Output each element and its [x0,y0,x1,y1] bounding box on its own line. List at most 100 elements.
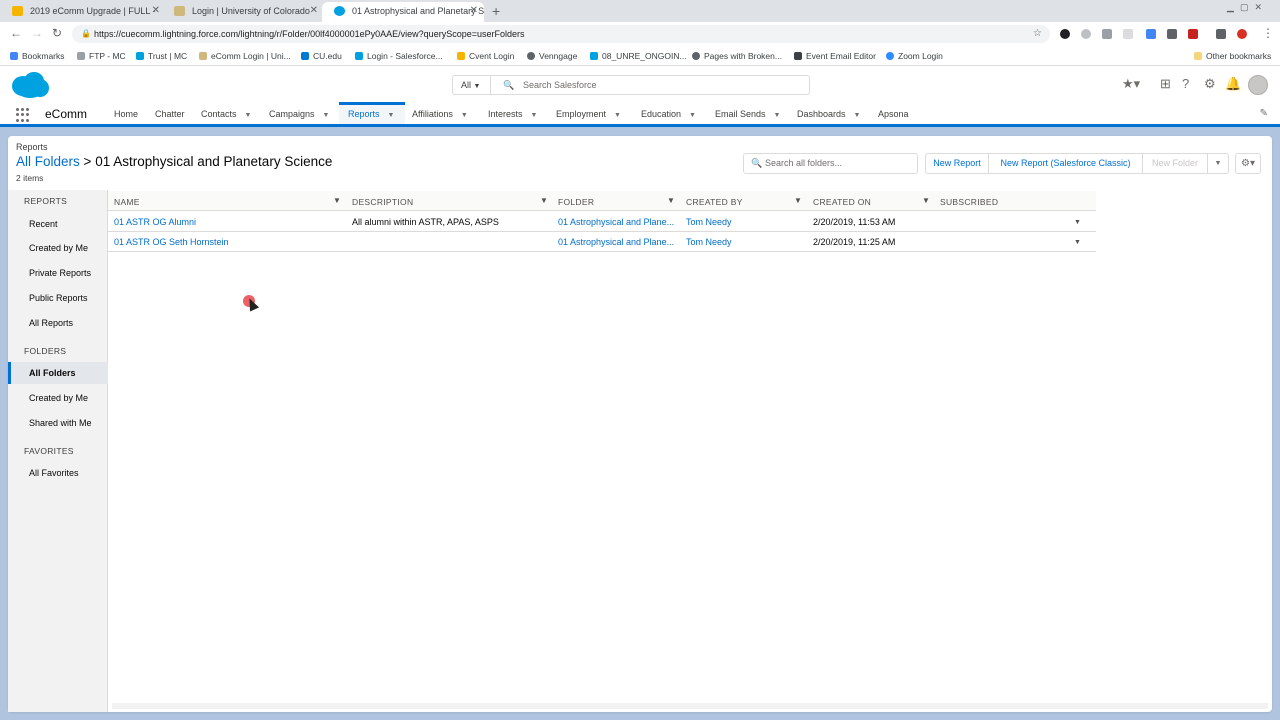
column-header-subscribed[interactable]: SUBSCRIBED [940,197,998,207]
column-sort-chevron-icon[interactable]: ▼ [540,196,548,205]
extension-icon[interactable] [1081,29,1091,39]
profile-icon[interactable] [1237,29,1247,39]
sidebar-item-created-by-me[interactable]: Created by Me [29,243,88,253]
column-sort-chevron-icon[interactable]: ▼ [794,196,802,205]
chevron-down-icon[interactable]: ▼ [461,112,468,119]
bookmark-item[interactable]: Bookmarks [10,50,65,62]
window-controls[interactable]: ▁▢✕ [1227,2,1268,13]
folder-search-input[interactable]: 🔍 Search all folders... [743,153,918,174]
sidebar-item-recent[interactable]: Recent [29,219,58,229]
row-actions-chevron-icon[interactable]: ▼ [1074,239,1081,246]
bookmark-item[interactable]: Zoom Login [886,50,943,62]
column-header-created-on[interactable]: CREATED ON [813,197,871,207]
more-actions-chevron-icon[interactable]: ▼ [1207,153,1229,174]
breadcrumb[interactable]: Reports [16,142,48,152]
global-search-input[interactable] [523,76,793,94]
browser-tab-active[interactable]: 01 Astrophysical and Planetary S ✕ [322,2,484,22]
url-bar[interactable]: 🔒 https://cuecomm.lightning.force.com/li… [72,25,1050,43]
column-sort-chevron-icon[interactable]: ▼ [922,196,930,205]
extension-icon[interactable] [1123,29,1133,39]
chevron-down-icon[interactable]: ▼ [854,112,861,119]
nav-item-reports[interactable]: Reports ▼ [348,109,394,119]
chevron-down-icon[interactable]: ▼ [614,112,621,119]
column-header-description[interactable]: DESCRIPTION [352,197,413,207]
report-folder-link[interactable]: 01 Astrophysical and Plane... [558,237,678,247]
column-header-created-by[interactable]: CREATED BY [686,197,743,207]
user-avatar[interactable] [1248,75,1268,95]
new-folder-button[interactable]: New Folder [1142,153,1208,174]
nav-item-campaigns[interactable]: Campaigns ▼ [269,109,329,119]
sidebar-item-folders-created-by-me[interactable]: Created by Me [29,393,88,403]
app-launcher-icon[interactable] [16,108,30,122]
new-tab-button[interactable]: + [492,2,500,20]
nav-item-contacts[interactable]: Contacts ▼ [201,109,251,119]
tab-close-icon[interactable]: ✕ [470,2,478,20]
column-sort-chevron-icon[interactable]: ▼ [667,196,675,205]
bookmark-item[interactable]: Login - Salesforce... [355,50,443,62]
sidebar-item-public-reports[interactable]: Public Reports [29,293,88,303]
edit-nav-pencil-icon[interactable]: ✎ [1260,108,1268,119]
report-created-by-link[interactable]: Tom Needy [686,237,806,247]
extension-icon[interactable] [1167,29,1177,39]
other-bookmarks[interactable]: Other bookmarks [1194,50,1271,62]
back-icon[interactable]: ← [10,26,22,40]
extension-icon[interactable] [1188,29,1198,39]
all-folders-link[interactable]: All Folders [16,154,80,169]
nav-item-chatter[interactable]: Chatter [155,109,185,119]
new-report-button[interactable]: New Report [925,153,989,174]
extension-icon[interactable] [1060,29,1070,39]
notifications-bell-icon[interactable]: 🔔 [1225,77,1241,91]
nav-item-employment[interactable]: Employment ▼ [556,109,621,119]
global-add-icon[interactable]: ⊞ [1160,77,1171,91]
sidebar-item-all-reports[interactable]: All Reports [29,318,73,328]
chevron-down-icon[interactable]: ▼ [323,112,330,119]
minimize-icon[interactable]: ▁ [1227,2,1240,12]
chevron-down-icon[interactable]: ▼ [388,112,395,119]
browser-tab[interactable]: Login | University of Colorado ✕ [162,2,324,22]
favorites-star-icon[interactable]: ★▾ [1122,77,1140,91]
sidebar-item-all-folders[interactable]: All Folders [29,368,76,378]
chrome-menu-icon[interactable]: ⋮ [1262,26,1274,40]
bookmark-star-icon[interactable]: ☆ [1033,25,1042,43]
sidebar-item-shared-with-me[interactable]: Shared with Me [29,418,92,428]
extension-icon[interactable] [1146,29,1156,39]
chevron-down-icon[interactable]: ▼ [774,112,781,119]
tab-close-icon[interactable]: ✕ [310,2,318,20]
maximize-icon[interactable]: ▢ [1240,2,1255,12]
chevron-down-icon[interactable]: ▼ [531,112,538,119]
bookmark-item[interactable]: Event Email Editor [794,50,876,62]
nav-item-home[interactable]: Home [114,109,138,119]
salesforce-logo-icon[interactable] [10,71,50,99]
bookmark-item[interactable]: eComm Login | Uni... [199,50,291,62]
nav-item-dashboards[interactable]: Dashboards ▼ [797,109,860,119]
report-name-link[interactable]: 01 ASTR OG Alumni [114,217,344,227]
report-name-link[interactable]: 01 ASTR OG Seth Hornstein [114,237,344,247]
horizontal-scrollbar[interactable] [112,703,1268,709]
bookmark-item[interactable]: FTP - MC [77,50,126,62]
sidebar-item-all-favorites[interactable]: All Favorites [29,468,79,478]
nav-item-affiliations[interactable]: Affiliations ▼ [412,109,468,119]
nav-item-apsona[interactable]: Apsona [878,109,909,119]
browser-tab[interactable]: 2019 eComm Upgrade | FULL - ✕ [0,2,166,22]
row-actions-chevron-icon[interactable]: ▼ [1074,219,1081,226]
close-window-icon[interactable]: ✕ [1254,2,1268,12]
report-created-by-link[interactable]: Tom Needy [686,217,806,227]
column-sort-chevron-icon[interactable]: ▼ [333,196,341,205]
bookmark-item[interactable]: Trust | MC [136,50,187,62]
cast-icon[interactable] [1216,29,1226,39]
forward-icon[interactable]: → [31,26,43,40]
chevron-down-icon[interactable]: ▼ [245,112,252,119]
setup-gear-icon[interactable]: ⚙ [1204,77,1216,91]
help-icon[interactable]: ? [1182,77,1189,91]
bookmark-item[interactable]: CU.edu [301,50,342,62]
new-report-classic-button[interactable]: New Report (Salesforce Classic) [988,153,1143,174]
nav-item-email-sends[interactable]: Email Sends ▼ [715,109,780,119]
nav-item-interests[interactable]: Interests ▼ [488,109,537,119]
bookmark-item[interactable]: Venngage [527,50,577,62]
nav-item-education[interactable]: Education ▼ [641,109,696,119]
report-folder-link[interactable]: 01 Astrophysical and Plane... [558,217,678,227]
list-settings-gear-icon[interactable]: ⚙▾ [1235,153,1261,174]
bookmark-item[interactable]: Cvent Login [457,50,514,62]
extension-icon[interactable] [1102,29,1112,39]
reload-icon[interactable]: ↻ [52,26,62,40]
